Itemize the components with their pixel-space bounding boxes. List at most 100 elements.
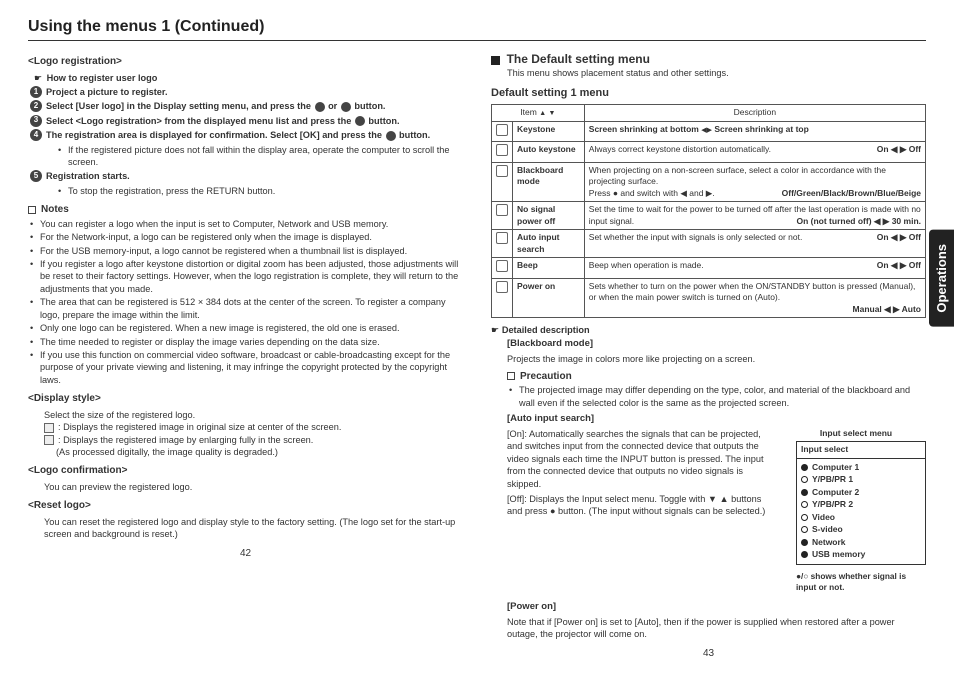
display-style-heading: <Display style> — [28, 392, 463, 406]
signal-off-icon — [801, 501, 808, 508]
side-tab-operations: Operations — [929, 230, 954, 327]
row-item: No signal power off — [513, 202, 585, 230]
row-icon — [492, 258, 513, 278]
list-item: For the USB memory-input, a logo cannot … — [40, 245, 463, 257]
blackboard-mode-heading: [Blackboard mode] — [507, 338, 926, 351]
page-number-left: 42 — [28, 547, 463, 561]
display-style-opt-1-text: : Displays the registered image in origi… — [58, 422, 341, 432]
default-setting-heading: The Default setting menu — [491, 51, 926, 67]
default-setting-sub: This menu shows placement status and oth… — [507, 67, 926, 79]
step-4-text-a: The registration area is displayed for c… — [46, 130, 385, 140]
table-row: Beep Beep when operation is made.On ◀ ▶ … — [492, 258, 926, 278]
square-icon — [491, 56, 500, 65]
input-select-header: Input select — [797, 442, 925, 458]
row-desc: Sets whether to turn on the power when t… — [584, 278, 925, 317]
step-2-text-a: Select [User logo] in the Display settin… — [46, 101, 314, 111]
table-row: Power on Sets whether to turn on the pow… — [492, 278, 926, 317]
notes-list: You can register a logo when the input i… — [28, 218, 463, 386]
list-item: The area that can be registered is 512 ×… — [40, 296, 463, 321]
step-4-sub: If the registered picture does not fall … — [68, 144, 463, 169]
reset-logo-heading: <Reset logo> — [28, 499, 463, 513]
input-select-note: ●/○ shows whether signal is input or not… — [796, 571, 926, 593]
button-icon — [315, 102, 325, 112]
list-item: Network — [801, 537, 921, 548]
row-desc: When projecting on a non-screen surface,… — [584, 162, 925, 201]
lr-arrows-icon — [701, 124, 712, 135]
signal-off-icon — [801, 514, 808, 521]
display-style-opt-2-text: : Displays the registered image by enlar… — [58, 435, 313, 445]
step-1-text: Project a picture to register. — [46, 87, 168, 97]
step-3: 3 Select <Logo registration> from the di… — [46, 115, 463, 127]
list-item: If you register a logo after keystone di… — [40, 258, 463, 295]
logo-registration-heading: <Logo registration> — [28, 55, 463, 69]
step-4-text-b: button. — [397, 130, 431, 140]
precaution-heading: Precaution — [507, 370, 926, 384]
row-icon — [492, 202, 513, 230]
step-5-text: Registration starts. — [46, 171, 130, 181]
table-header-row: Item ▲ ▼ Description — [492, 105, 926, 121]
row-item: Auto input search — [513, 230, 585, 258]
step-2-text-b: or — [326, 101, 340, 111]
step-4: 4 The registration area is displayed for… — [46, 129, 463, 141]
list-item: Computer 2 — [801, 487, 921, 498]
step-number-icon: 1 — [30, 86, 42, 98]
table-row: Auto input search Set whether the input … — [492, 230, 926, 258]
step-number-icon: 5 — [30, 170, 42, 182]
step-number-icon: 2 — [30, 100, 42, 112]
step-3-text-b: button. — [366, 116, 400, 126]
reset-logo-text: You can reset the registered logo and di… — [44, 516, 463, 541]
step-4-sublist: If the registered picture does not fall … — [56, 144, 463, 169]
row-item: Blackboard mode — [513, 162, 585, 201]
step-2-text-c: button. — [352, 101, 386, 111]
auto-input-on: [On]: Automatically searches the signals… — [507, 428, 776, 490]
list-item: Y/PB/PR 1 — [801, 474, 921, 485]
row-icon — [492, 278, 513, 317]
logo-confirmation-heading: <Logo confirmation> — [28, 464, 463, 478]
table-row: Keystone Screen shrinking at bottom Scre… — [492, 121, 926, 141]
display-style-opt-2b: (As processed digitally, the image quali… — [56, 446, 463, 458]
list-item: Only one logo can be registered. When a … — [40, 322, 463, 334]
default-setting-1-heading: Default setting 1 menu — [491, 86, 926, 101]
detailed-desc-heading: ☛ Detailed description — [491, 324, 926, 336]
default-setting-heading-text: The Default setting menu — [507, 52, 650, 66]
step-5: 5 Registration starts. — [46, 170, 463, 182]
row-desc: Screen shrinking at bottom Screen shrink… — [584, 121, 925, 141]
auto-input-search-heading: [Auto input search] — [507, 413, 926, 426]
auto-input-off: [Off]: Displays the Input select menu. T… — [507, 493, 776, 518]
row-icon — [492, 142, 513, 162]
row-icon — [492, 162, 513, 201]
page: Using the menus 1 (Continued) <Logo regi… — [0, 0, 954, 677]
row-desc: Set the time to wait for the power to be… — [584, 202, 925, 230]
display-style-intro: Select the size of the registered logo. — [44, 409, 463, 421]
list-item: S-video — [801, 524, 921, 535]
left-column: <Logo registration> ☛ How to register us… — [28, 51, 463, 667]
list-item: Y/PB/PR 2 — [801, 499, 921, 510]
detailed-desc-heading-text: Detailed description — [502, 325, 590, 335]
row-desc: Always correct keystone distortion autom… — [584, 142, 925, 162]
row-item: Keystone — [513, 121, 585, 141]
list-item: Computer 1 — [801, 462, 921, 473]
power-on-text: Note that if [Power on] is set to [Auto]… — [507, 616, 926, 641]
blackboard-mode-text: Projects the image in colors more like p… — [507, 353, 926, 365]
row-icon — [492, 121, 513, 141]
signal-off-icon — [801, 476, 808, 483]
finger-icon: ☛ — [34, 72, 44, 84]
row-item: Auto keystone — [513, 142, 585, 162]
logo-confirmation-text: You can preview the registered logo. — [44, 481, 463, 493]
enlarge-icon — [44, 435, 54, 445]
input-select-menu-title: Input select menu — [786, 428, 926, 439]
row-item: Beep — [513, 258, 585, 278]
th-item: Item ▲ ▼ — [492, 105, 585, 121]
row-icon — [492, 230, 513, 258]
settings-table: Item ▲ ▼ Description Keystone Screen shr… — [491, 104, 926, 318]
step-2: 2 Select [User logo] in the Display sett… — [46, 100, 463, 112]
row-item: Power on — [513, 278, 585, 317]
table-row: Auto keystone Always correct keystone di… — [492, 142, 926, 162]
notes-heading: Notes — [28, 203, 463, 217]
step-3-text-a: Select <Logo registration> from the disp… — [46, 116, 354, 126]
finger-icon: ☛ — [491, 325, 499, 335]
signal-on-icon — [801, 539, 808, 546]
precaution-list: The projected image may differ depending… — [507, 384, 926, 409]
table-row: Blackboard mode When projecting on a non… — [492, 162, 926, 201]
list-item: If you use this function on commercial v… — [40, 349, 463, 386]
